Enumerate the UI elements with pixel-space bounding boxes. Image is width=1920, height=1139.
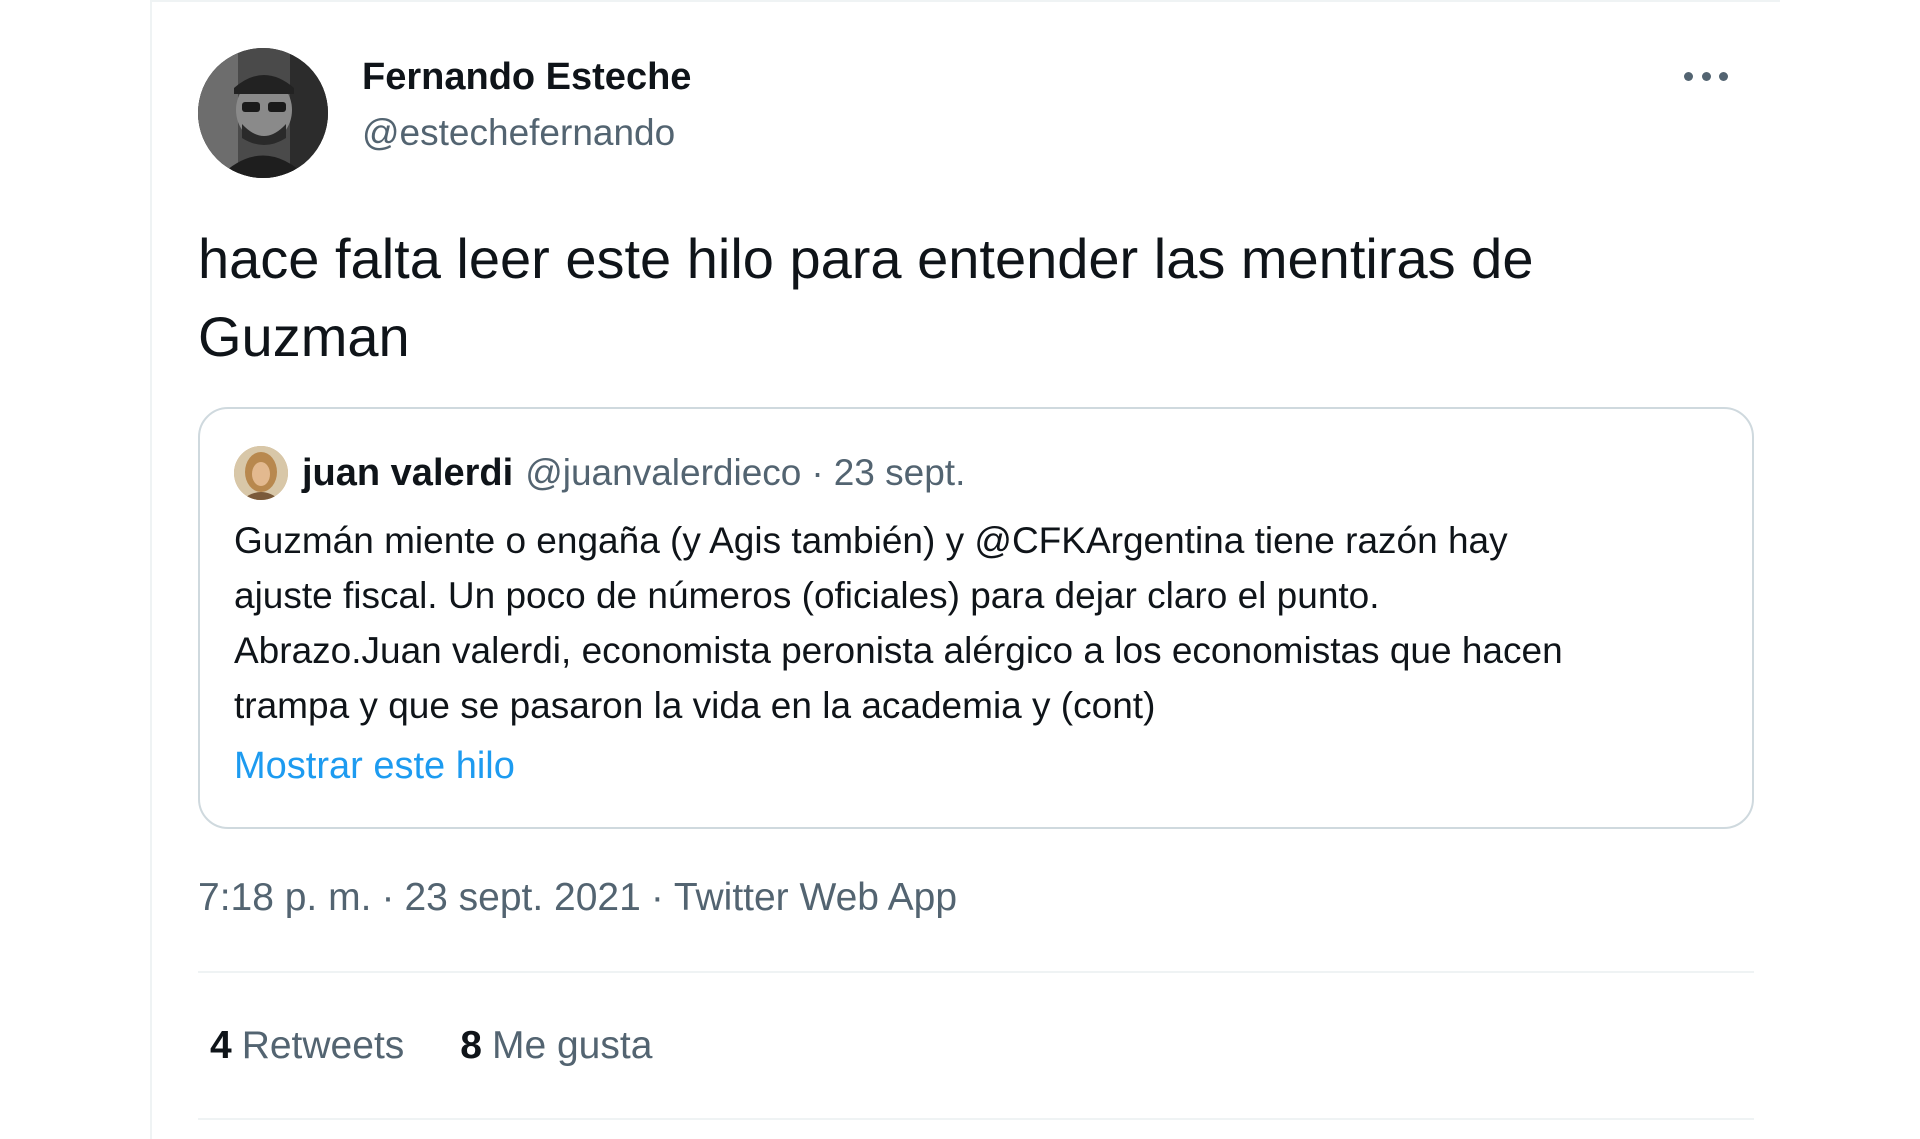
more-dot (1684, 71, 1693, 81)
quoted-date: 23 sept. (833, 452, 966, 493)
retweets-count: 4 (210, 1024, 232, 1067)
meta-separator: · (650, 876, 664, 919)
tweet-text-line: Guzman (198, 305, 410, 368)
tweet-metadata: 7:18 p. m. · 23 sept. 2021 · Twitter Web App (198, 876, 957, 920)
quoted-text-line: trampa y que se pasaron la vida en la ac… (234, 685, 1156, 726)
retweets-stat[interactable]: 4 Retweets (210, 1024, 404, 1068)
quoted-author-name: juan valerdi (302, 451, 514, 494)
retweets-label: Retweets (241, 1024, 405, 1067)
tweet-date[interactable]: 23 sept. 2021 (404, 876, 640, 919)
quoted-tweet[interactable]: juan valerdi @juanvalerdieco · 23 sept. … (198, 407, 1754, 829)
author-name[interactable]: Fernando Esteche (362, 56, 691, 99)
tweet-time[interactable]: 7:18 p. m. (198, 876, 371, 919)
likes-label: Me gusta (491, 1024, 653, 1067)
page: Fernando Esteche @estechefernando hace f… (0, 0, 1920, 1139)
quoted-separator: · (811, 452, 824, 493)
divider (198, 1118, 1754, 1120)
quoted-author-avatar (234, 446, 288, 500)
tweet-source[interactable]: Twitter Web App (674, 876, 957, 919)
quoted-tweet-text: Guzmán miente o engaña (y Agis también) … (234, 513, 1734, 733)
tweet-stats: 4 Retweets 8 Me gusta (210, 1024, 708, 1068)
tweet-text-line: hace falta leer este hilo para entender … (198, 227, 1534, 290)
quoted-tweet-header: juan valerdi @juanvalerdieco · 23 sept. (234, 443, 965, 503)
likes-count: 8 (460, 1024, 482, 1067)
divider (198, 971, 1754, 973)
quoted-text-line: Abrazo.Juan valerdi, economista peronist… (234, 630, 1563, 671)
quoted-author-handle: @juanvalerdieco (525, 452, 802, 493)
quoted-text-line: ajuste fiscal. Un poco de números (ofici… (234, 575, 1380, 616)
tweet-header: Fernando Esteche @estechefernando (198, 44, 1758, 180)
author-handle[interactable]: @estechefernando (362, 112, 675, 154)
tweet-column: Fernando Esteche @estechefernando hace f… (150, 0, 1780, 1139)
more-horizontal-icon[interactable] (1684, 66, 1728, 86)
tweet-text: hace falta leer este hilo para entender … (198, 220, 1728, 376)
more-dot (1719, 71, 1728, 81)
likes-stat[interactable]: 8 Me gusta (460, 1024, 652, 1068)
show-thread-link[interactable]: Mostrar este hilo (234, 745, 515, 788)
meta-separator: · (381, 876, 395, 919)
quoted-text-line: Guzmán miente o engaña (y Agis también) … (234, 520, 1508, 561)
more-dot (1701, 71, 1711, 81)
author-avatar[interactable] (198, 48, 328, 178)
